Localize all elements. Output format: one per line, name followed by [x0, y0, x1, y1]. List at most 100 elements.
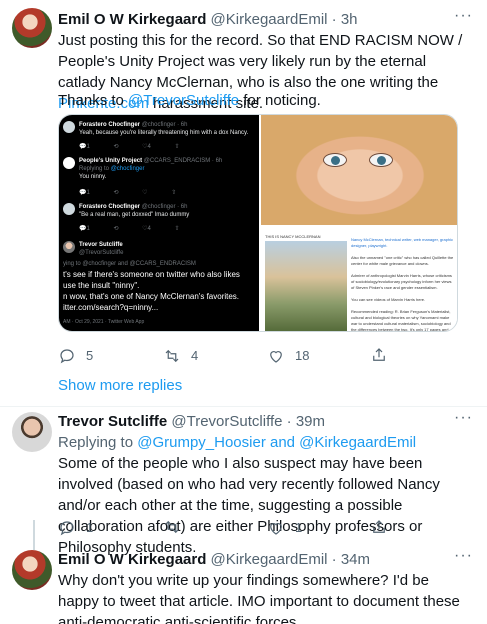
show-more-replies-link[interactable]: Show more replies: [58, 376, 182, 396]
retweet-button[interactable]: [163, 518, 181, 536]
embedded-text: Yeah, because you're literally threateni…: [79, 130, 249, 136]
author-name[interactable]: Emil O W Kirkegaard: [58, 11, 206, 28]
share-button[interactable]: [370, 518, 388, 536]
replying-to-prefix: Replying to: [58, 434, 138, 451]
embedded-text: t's see if there's someone on twitter wh…: [63, 270, 240, 279]
more-options-icon[interactable]: ···: [454, 408, 473, 428]
author-handle[interactable]: @KirkegaardEmil: [211, 11, 328, 28]
tweet-header: Trevor Sutcliffe @TrevorSutcliffe · 39m: [58, 412, 325, 432]
tweet-text: Why don't you write up your findings som…: [58, 572, 460, 624]
more-options-icon[interactable]: ···: [454, 6, 473, 26]
retweet-count: 4: [191, 348, 199, 363]
embedded-link: itter.com/search?q=ninny...: [63, 303, 159, 312]
embedded-actions: 💬1 ⟲ ♡4 ⇧: [79, 226, 180, 232]
reply-button[interactable]: 1: [58, 518, 93, 538]
avatar[interactable]: [12, 550, 52, 590]
profile-paragraph: You can see videos of Marvin Harris here…: [351, 297, 426, 302]
tweet-text-thanks: Thanks to @TrevorSutcliffe for noticing.: [58, 90, 468, 111]
avatar: [63, 157, 75, 169]
embedded-time: AM · Oct 29, 2021 · Twitter Web App: [63, 319, 145, 325]
tweet-text-part: Thanks to: [58, 92, 129, 109]
embedded-actions: 💬1 ⟲ ♡ ⇧: [79, 190, 177, 196]
reply-count: 1: [86, 520, 94, 535]
embedded-meta: @CCARS_ENDRACISM · 6h: [143, 158, 223, 164]
embedded-tweet: Forastero Chocfinger @chocfinger · 6h "B…: [63, 203, 255, 233]
outdoor-photo: [265, 241, 347, 331]
timestamp[interactable]: 39m: [296, 413, 325, 430]
embedded-tweet: Trevor Sutcliffe @TrevorSutcliffe ying t…: [63, 241, 255, 331]
profile-text: Nancy McClernan, technical writer, web m…: [351, 237, 455, 332]
tweet-header: Emil O W Kirkegaard @KirkegaardEmil · 34…: [58, 550, 370, 570]
separator-dot: ·: [286, 413, 292, 430]
embedded-text: use the insult "ninny".: [63, 281, 140, 290]
reply-count: 5: [86, 348, 94, 363]
embedded-name: Forastero Chocfinger: [79, 122, 141, 128]
tweet-media[interactable]: Forastero Chocfinger @chocfinger · 6h Ye…: [58, 114, 458, 332]
timestamp[interactable]: 3h: [341, 11, 358, 28]
eye: [323, 153, 347, 167]
tweet-2[interactable]: Trevor Sutcliffe @TrevorSutcliffe · 39m …: [0, 406, 487, 556]
like-button[interactable]: 18: [267, 346, 309, 366]
tweet-text: Some of the people who I also suspect ma…: [58, 455, 440, 556]
replying-to-handles[interactable]: @Grumpy_Hoosier and @KirkegaardEmil: [137, 434, 416, 451]
author-handle[interactable]: @KirkegaardEmil: [211, 551, 328, 568]
embedded-meta: @chocfinger · 6h: [141, 204, 188, 210]
eye: [369, 153, 393, 167]
media-screenshot-right[interactable]: THIS IS NANCY MCCLERNAN Nancy McClernan,…: [261, 115, 457, 332]
share-button[interactable]: [370, 346, 388, 364]
heart-icon: [270, 523, 282, 535]
embedded-name: Trevor Sutcliffe: [79, 242, 123, 248]
share-icon: [373, 520, 385, 533]
heart-icon: [270, 351, 282, 363]
embedded-tweet: People's Unity Project @CCARS_ENDRACISM …: [63, 157, 255, 197]
embedded-reply-prefix: Replying to: [79, 166, 111, 172]
replying-to: Replying to @Grumpy_Hoosier and @Kirkega…: [58, 432, 468, 453]
retweet-icon: [165, 520, 179, 534]
profile-paragraph: Also the unnamed "one critic" who has ca…: [351, 255, 454, 266]
embedded-name: Forastero Chocfinger: [79, 204, 141, 210]
avatar[interactable]: [12, 412, 52, 452]
share-icon: [373, 348, 385, 361]
more-options-icon[interactable]: ···: [454, 546, 473, 566]
mention-link[interactable]: @TrevorSutcliffe: [128, 92, 239, 109]
separator-dot: ·: [331, 11, 337, 28]
tweet-text-part: for noticing.: [239, 92, 321, 109]
timestamp[interactable]: 34m: [341, 551, 370, 568]
tweet-text-part: Just posting this for the record. So tha…: [58, 32, 463, 91]
tweet-header: Emil O W Kirkegaard @KirkegaardEmil · 3h: [58, 10, 358, 30]
like-count: 1: [295, 520, 303, 535]
avatar: [63, 241, 75, 253]
avatar: [63, 121, 75, 133]
avatar: [63, 203, 75, 215]
like-button[interactable]: 1: [267, 518, 302, 538]
tweet-1[interactable]: Emil O W Kirkegaard @KirkegaardEmil · 3h…: [0, 0, 487, 395]
embedded-actions: 💬1 ⟲ ♡4 ⇧: [79, 144, 180, 150]
embedded-meta: @TrevorSutcliffe: [79, 250, 124, 256]
reply-button[interactable]: 5: [58, 346, 93, 366]
embedded-text: You ninny.: [79, 174, 107, 180]
separator-dot: ·: [331, 551, 337, 568]
tweet-actions: 1 1: [58, 518, 468, 538]
embedded-reply-handle: @chocfinger: [110, 166, 145, 172]
author-name[interactable]: Trevor Sutcliffe: [58, 413, 167, 430]
profile-paragraph: Nancy McClernan, technical writer, web m…: [351, 237, 454, 248]
avatar[interactable]: [12, 8, 52, 48]
retweet-icon: [165, 349, 179, 363]
embedded-text: "Be a real man, get doxxed" lmao dummy: [79, 212, 190, 218]
media-screenshot-left[interactable]: Forastero Chocfinger @chocfinger · 6h Ye…: [59, 115, 259, 331]
embedded-text: n wow, that's one of Nancy McClernan's f…: [63, 292, 240, 301]
portrait-photo: [261, 115, 457, 225]
embedded-meta: @chocfinger · 6h: [141, 122, 188, 128]
embedded-name: People's Unity Project: [79, 158, 143, 164]
tweet-3[interactable]: Emil O W Kirkegaard @KirkegaardEmil · 34…: [0, 546, 487, 624]
reply-icon: [60, 521, 74, 536]
like-count: 18: [295, 348, 310, 363]
author-name[interactable]: Emil O W Kirkegaard: [58, 551, 206, 568]
embedded-tweet: Forastero Chocfinger @chocfinger · 6h Ye…: [63, 121, 255, 150]
profile-paragraph: Recommended reading: R. Brian Ferguson's…: [351, 309, 451, 332]
tweet-actions: 5 4 18: [58, 346, 468, 366]
profile-paragraph: Admirer of anthropologist Marvin Harris,…: [351, 273, 452, 290]
author-handle[interactable]: @TrevorSutcliffe: [171, 413, 282, 430]
reply-icon: [60, 349, 74, 364]
retweet-button[interactable]: 4: [163, 346, 198, 366]
